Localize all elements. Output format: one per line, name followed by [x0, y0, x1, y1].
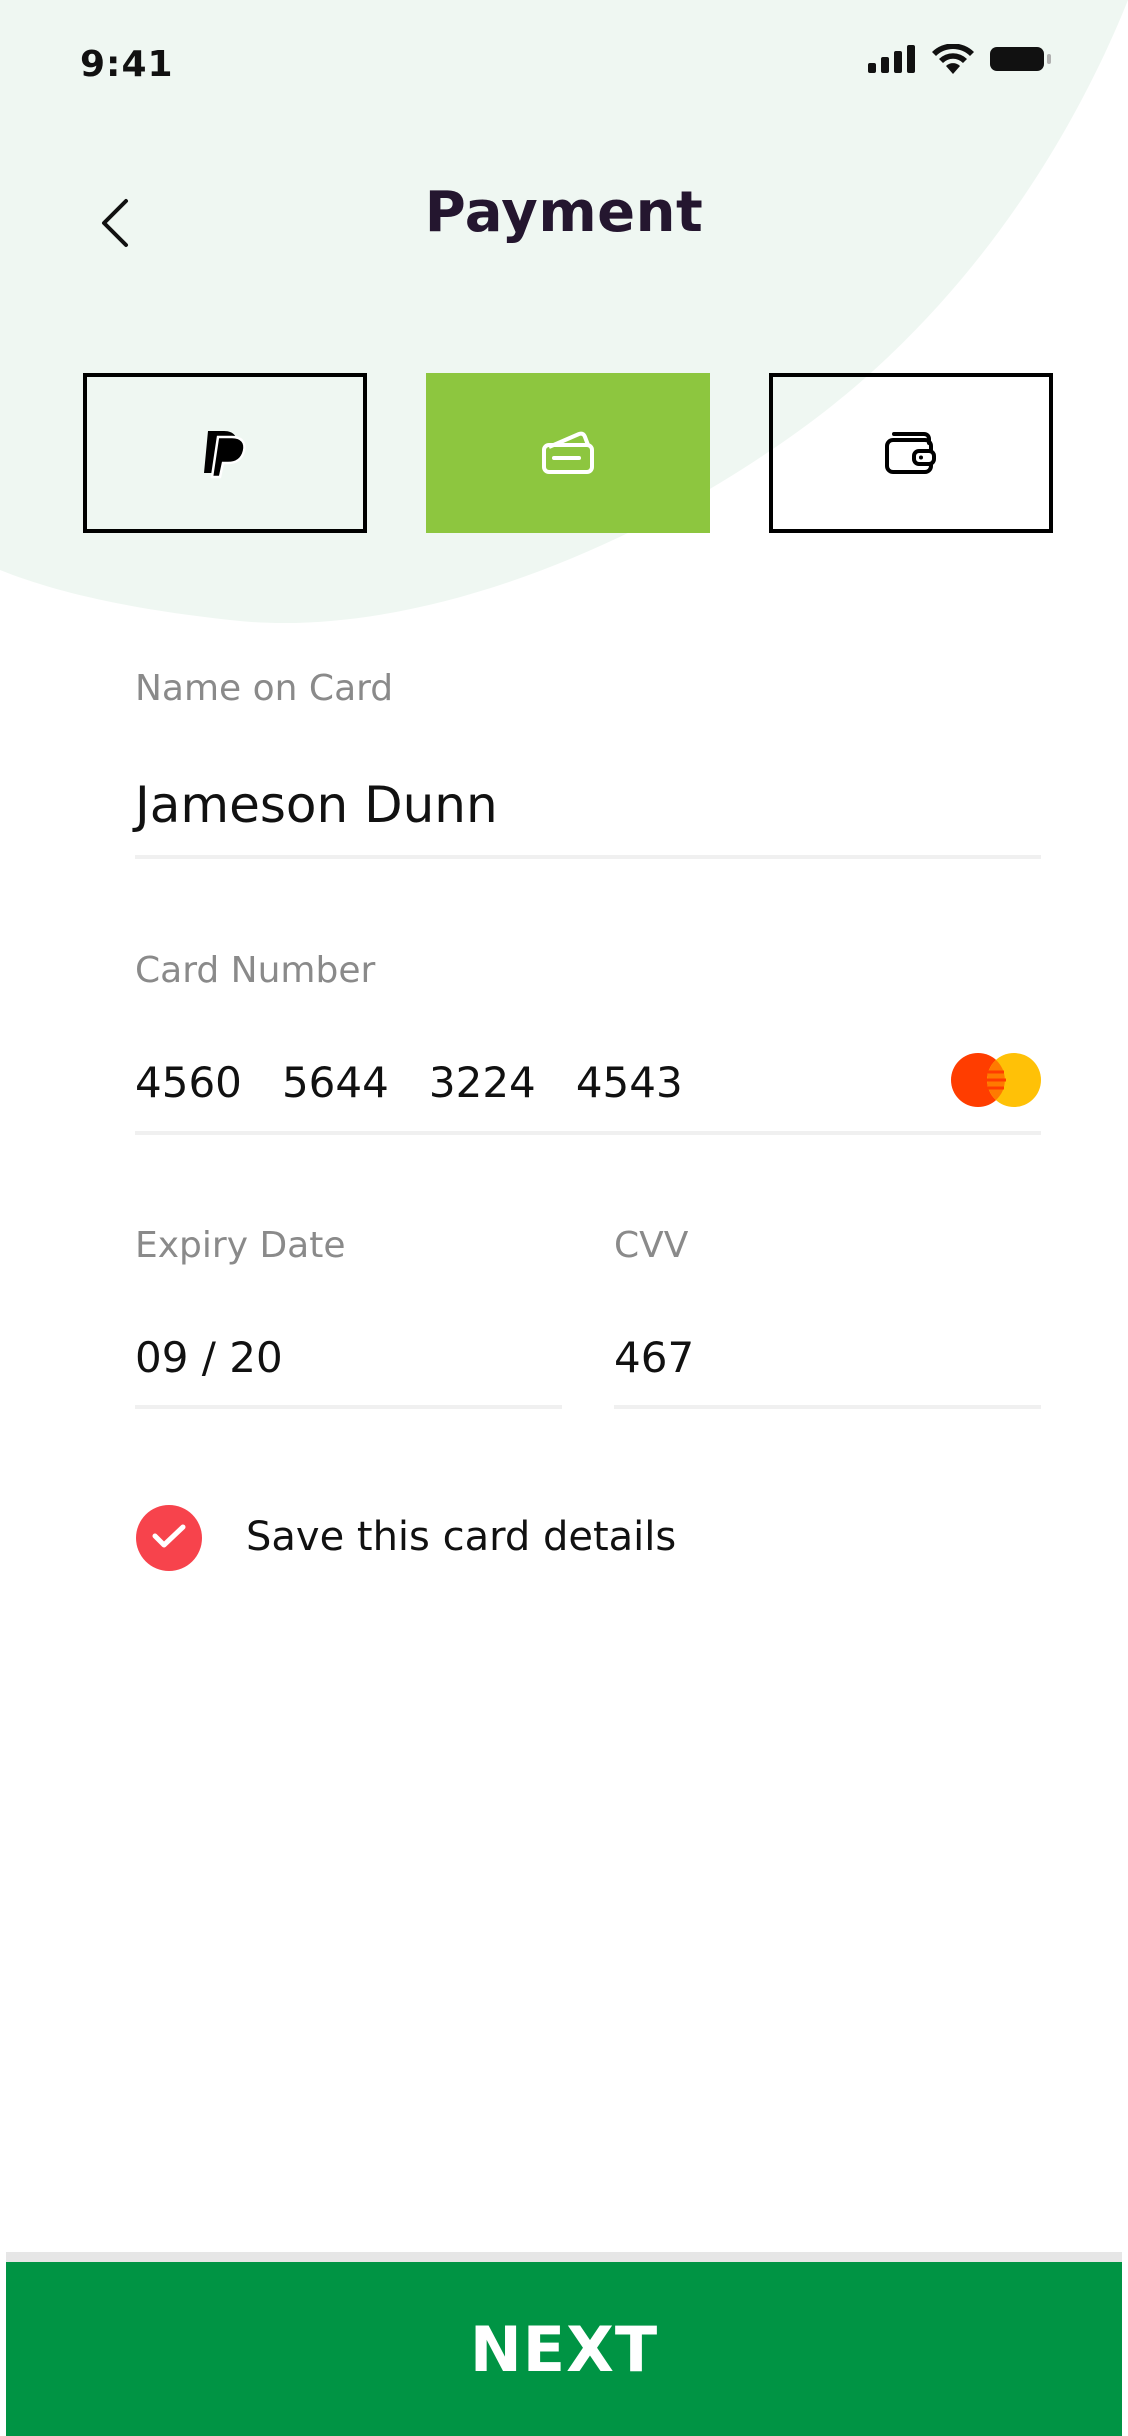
cvv-input[interactable]: 467 — [614, 1333, 694, 1382]
save-card-checkbox[interactable] — [136, 1505, 202, 1571]
cellular-signal-icon — [868, 45, 916, 73]
name-on-card-label: Name on Card — [135, 668, 394, 709]
cvv-underline — [614, 1405, 1041, 1409]
save-card-label[interactable]: Save this card details — [246, 1514, 676, 1560]
payment-method-paypal[interactable] — [83, 373, 367, 533]
payment-method-card[interactable] — [426, 373, 710, 533]
cvv-label: CVV — [614, 1225, 689, 1266]
mastercard-icon — [951, 1053, 1041, 1107]
expiry-date-label: Expiry Date — [135, 1225, 346, 1266]
paypal-icon — [200, 427, 250, 479]
name-on-card-input[interactable]: Jameson Dunn — [135, 776, 498, 834]
credit-card-icon — [541, 431, 595, 475]
battery-icon — [990, 46, 1052, 72]
card-number-input[interactable]: 4560 5644 3224 4543 — [135, 1058, 683, 1107]
background-shape — [0, 0, 1128, 624]
payment-method-wallet[interactable] — [769, 373, 1053, 533]
footer-divider — [6, 2252, 1122, 2262]
checkmark-icon — [152, 1523, 186, 1553]
wifi-icon — [932, 44, 974, 74]
status-icons — [868, 44, 1052, 74]
card-number-label: Card Number — [135, 950, 376, 991]
name-field-underline — [135, 855, 1041, 859]
expiry-underline — [135, 1405, 562, 1409]
expiry-date-input[interactable]: 09 / 20 — [135, 1333, 283, 1382]
wallet-icon — [884, 430, 938, 476]
page-title: Payment — [424, 180, 704, 245]
next-button[interactable]: NEXT — [6, 2262, 1122, 2436]
card-number-underline — [135, 1131, 1041, 1135]
status-time: 9:41 — [80, 44, 174, 85]
